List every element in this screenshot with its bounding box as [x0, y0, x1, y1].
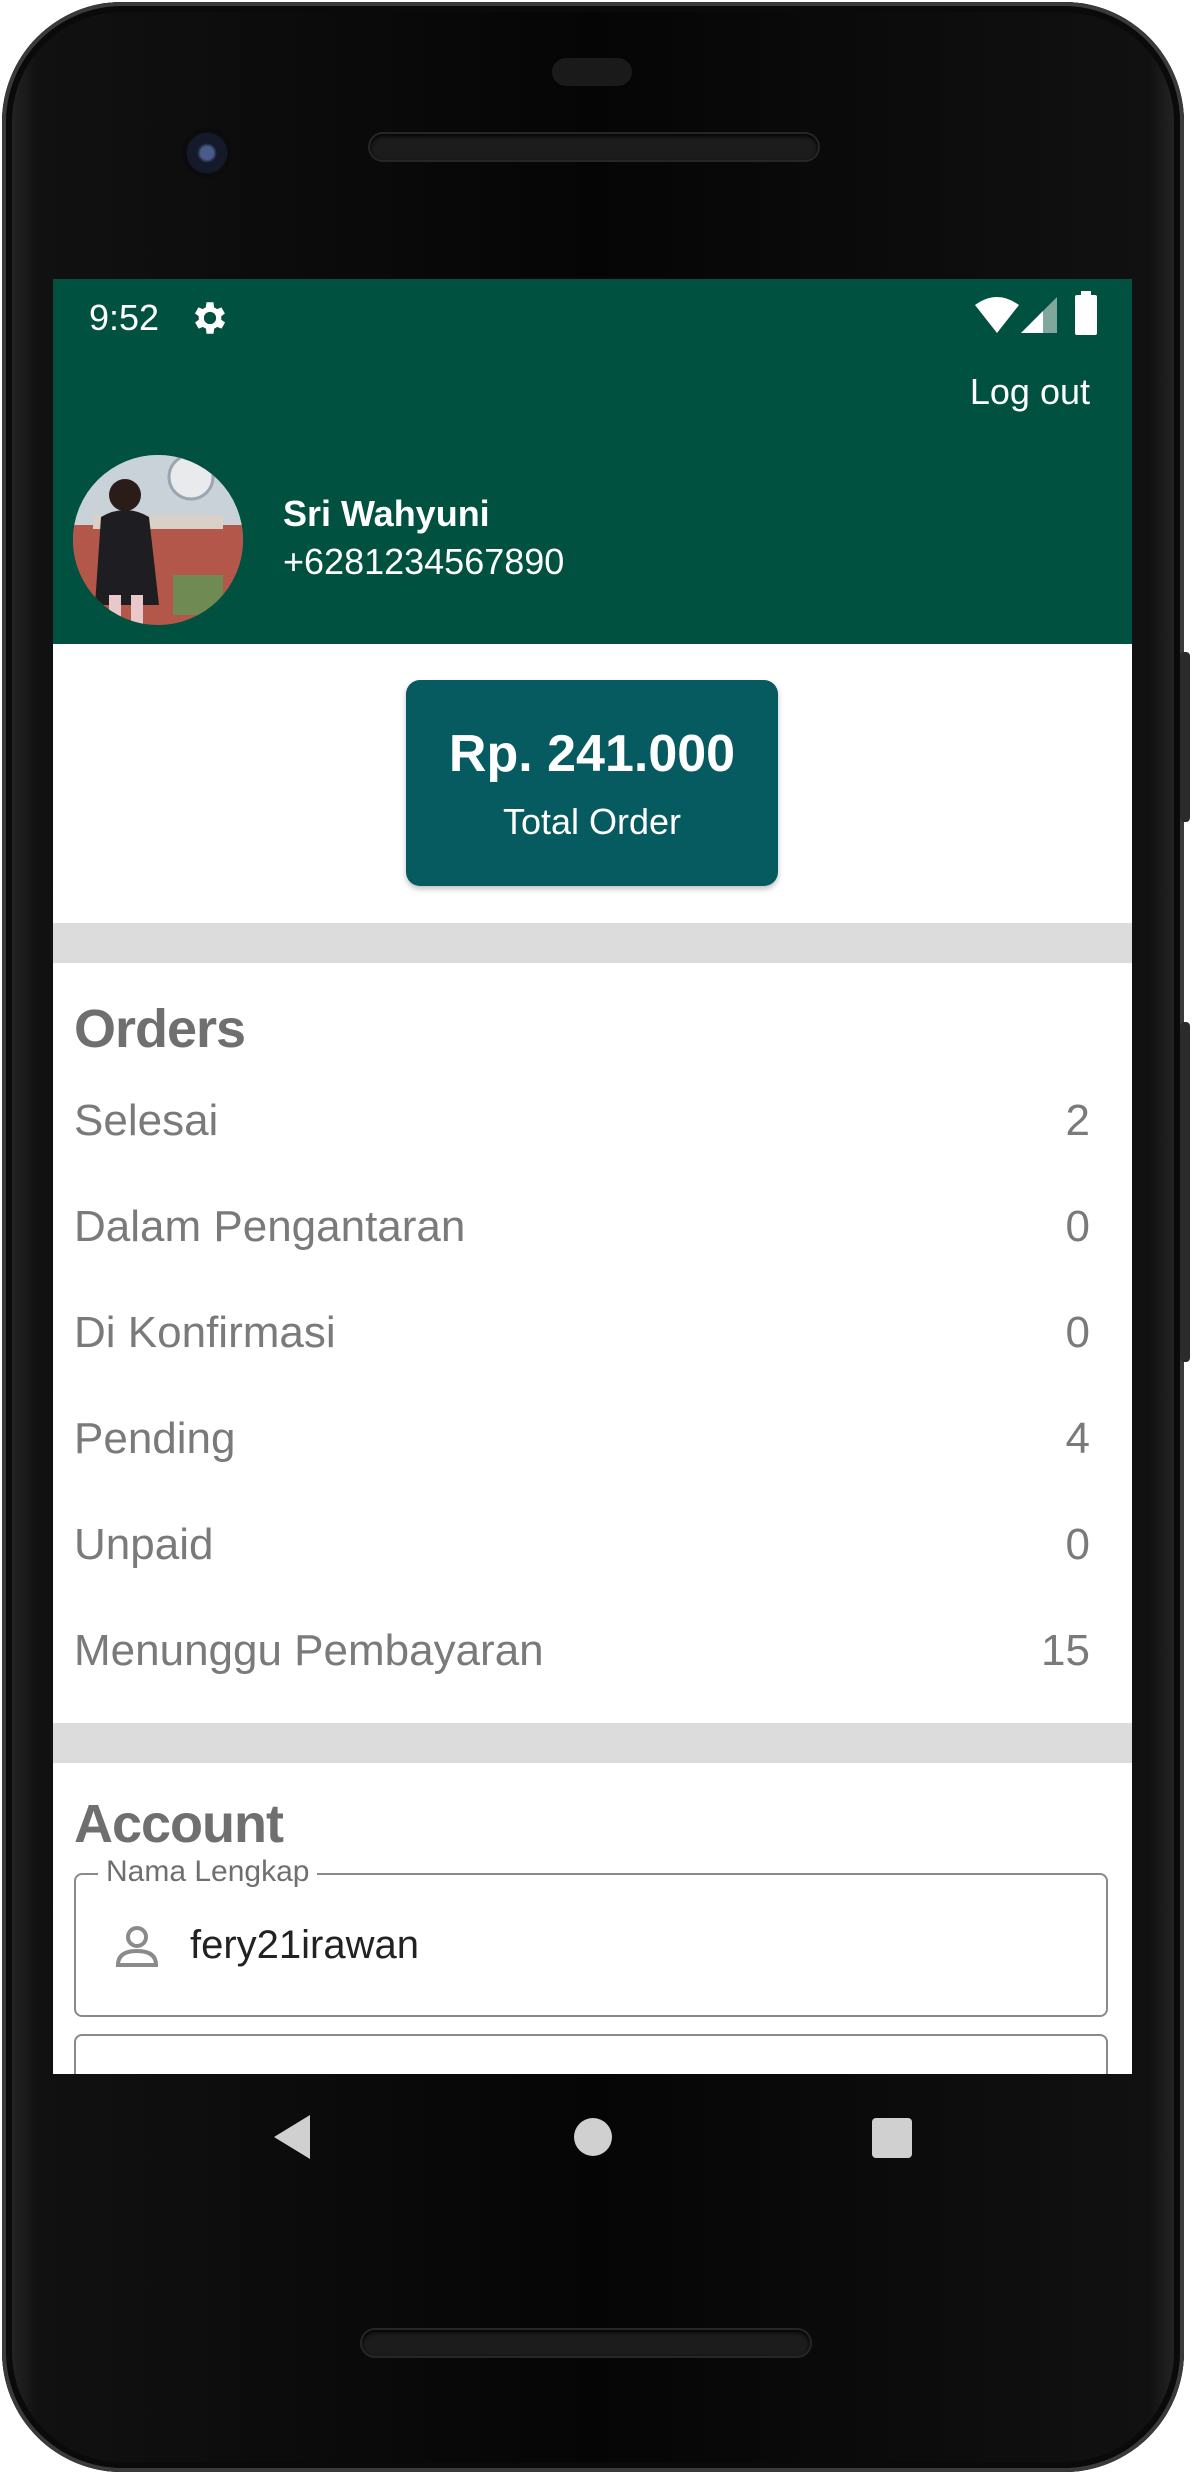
home-icon[interactable]: [574, 2118, 612, 2156]
order-row-count: 15: [1041, 1626, 1090, 1675]
order-row-label: Pending: [74, 1414, 236, 1463]
power-button: [1180, 652, 1190, 822]
order-row-label: Menunggu Pembayaran: [74, 1626, 544, 1675]
profile-header: 9:52 Log out Sri Wahyuni +6281234567890: [53, 279, 1132, 644]
total-order-label: Total Order: [502, 801, 682, 842]
total-order-amount: Rp. 241.000: [448, 725, 736, 783]
order-row-dalam-pengantaran[interactable]: Dalam Pengantaran 0: [74, 1197, 1090, 1257]
user-phone: +6281234567890: [283, 541, 565, 582]
order-row-selesai[interactable]: Selesai 2: [74, 1091, 1090, 1151]
order-row-label: Unpaid: [74, 1520, 214, 1569]
order-row-label: Di Konfirmasi: [74, 1308, 336, 1357]
full-name-field[interactable]: Nama Lengkap fery21irawan: [74, 1853, 1108, 2017]
front-camera: [182, 128, 232, 178]
order-row-di-konfirmasi[interactable]: Di Konfirmasi 0: [74, 1303, 1090, 1363]
battery-icon: [1075, 291, 1097, 335]
wifi-icon: [975, 297, 1019, 333]
next-account-field[interactable]: [74, 2034, 1108, 2074]
recents-icon[interactable]: [872, 2118, 912, 2158]
orders-title: Orders: [74, 999, 246, 1059]
total-order-card[interactable]: Rp. 241.000 Total Order: [406, 680, 778, 886]
section-divider: [53, 1723, 1132, 1763]
order-row-count: 4: [1065, 1414, 1090, 1463]
app-screen: 9:52 Log out Sri Wahyuni +6281234567890 …: [53, 279, 1132, 2074]
order-row-pending[interactable]: Pending 4: [74, 1409, 1090, 1469]
bottom-speaker: [362, 2330, 810, 2356]
status-time: 9:52: [89, 297, 160, 338]
back-icon[interactable]: [270, 2112, 314, 2162]
order-row-count: 0: [1065, 1202, 1090, 1251]
order-row-label: Selesai: [74, 1096, 219, 1145]
gear-icon: [194, 302, 226, 334]
avatar: [73, 455, 243, 625]
order-row-count: 0: [1065, 1520, 1090, 1569]
order-row-count: 2: [1065, 1096, 1090, 1145]
section-divider: [53, 923, 1132, 963]
account-title: Account: [74, 1794, 284, 1854]
top-speaker: [370, 134, 818, 160]
order-row-menunggu-pembayaran[interactable]: Menunggu Pembayaran 15: [74, 1621, 1090, 1681]
order-row-unpaid[interactable]: Unpaid 0: [74, 1515, 1090, 1575]
user-name: Sri Wahyuni: [283, 493, 490, 534]
order-row-count: 0: [1065, 1308, 1090, 1357]
full-name-legend: Nama Lengkap: [98, 1853, 318, 1891]
full-name-value: fery21irawan: [190, 1923, 420, 1967]
volume-button: [1180, 1022, 1190, 1362]
person-icon: [115, 1926, 159, 1967]
logout-button[interactable]: Log out: [970, 367, 1090, 417]
order-row-label: Dalam Pengantaran: [74, 1202, 466, 1251]
earpiece: [552, 58, 632, 86]
cell-signal-icon: [1021, 297, 1057, 333]
